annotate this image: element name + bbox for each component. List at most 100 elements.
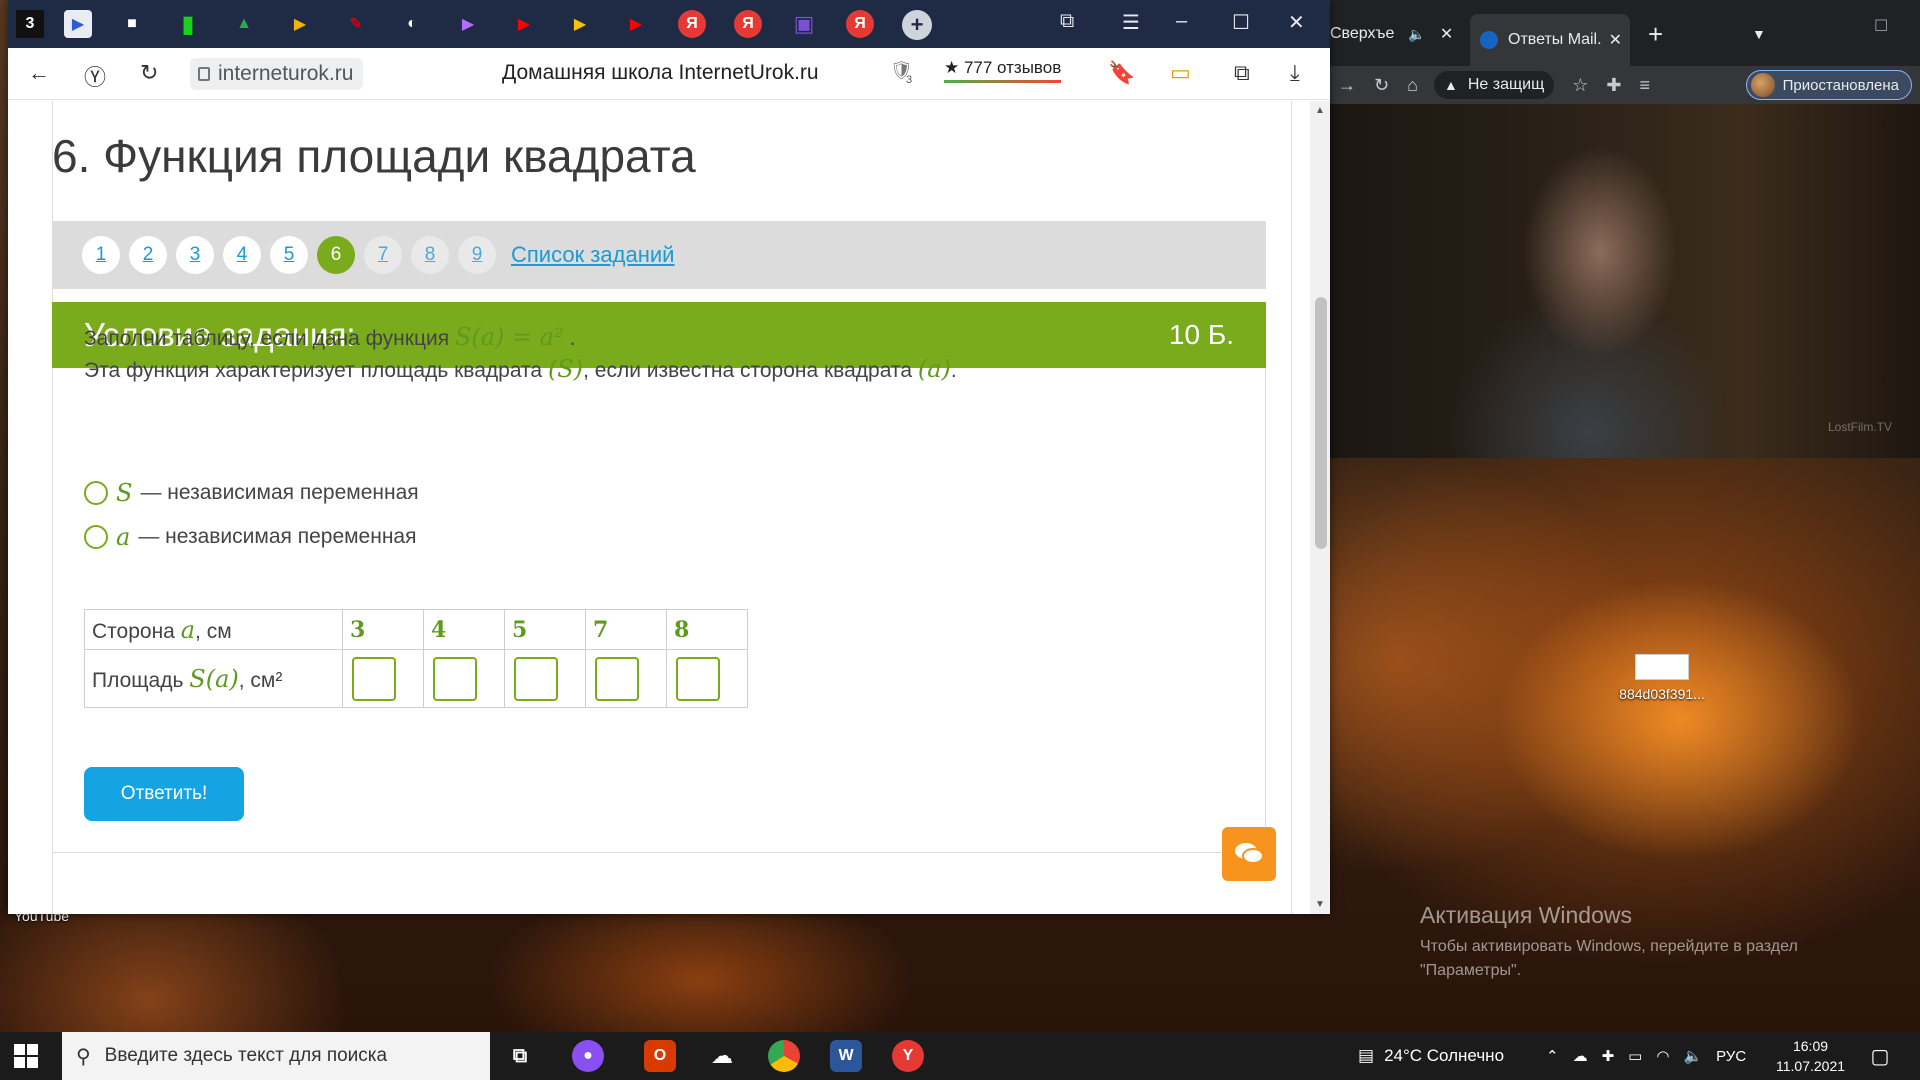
tab-icon-yandex[interactable]: Я xyxy=(846,10,874,38)
pager-item-4[interactable]: 4 xyxy=(223,236,261,274)
side-value: 7 xyxy=(585,609,667,650)
gift-icon[interactable]: ✚ xyxy=(1602,1047,1615,1065)
tab-icon-yandex[interactable]: Я xyxy=(678,10,706,38)
avatar xyxy=(1750,73,1775,97)
reload-icon[interactable]: ↻ xyxy=(1374,75,1389,96)
notifications-icon[interactable]: ▢ xyxy=(1864,1040,1896,1072)
office-icon[interactable]: O xyxy=(644,1040,676,1072)
download-icon[interactable]: ⤓ xyxy=(1290,60,1300,86)
clock-date: 11.07.2021 xyxy=(1776,1058,1846,1074)
wifi-icon[interactable]: ◠ xyxy=(1656,1047,1669,1065)
maximize-icon[interactable]: ☐ xyxy=(1232,10,1250,35)
forward-icon[interactable]: → xyxy=(1338,75,1356,96)
close-icon[interactable]: ✕ xyxy=(1609,30,1622,50)
radio-option-s[interactable]: S — независимая переменная xyxy=(84,479,419,507)
weather-widget[interactable]: ▤ 24°C Солнечно xyxy=(1358,1032,1504,1080)
home-icon[interactable]: ⌂ xyxy=(1407,75,1418,96)
pager-item-2[interactable]: 2 xyxy=(129,236,167,274)
scroll-thumb[interactable] xyxy=(1315,297,1327,549)
area-answer-input-5[interactable] xyxy=(676,656,720,701)
task-points: 10 Б. xyxy=(1168,319,1234,350)
tab-icon-circle[interactable]: ▶ xyxy=(454,10,482,38)
new-tab-button[interactable]: + xyxy=(1648,14,1663,54)
windows-start-icon[interactable] xyxy=(14,1044,38,1068)
pager-item-3[interactable]: 3 xyxy=(176,236,214,274)
desktop-icon-file[interactable]: 884d03f391... xyxy=(1616,654,1708,702)
tab-icon-pen[interactable]: ◐ xyxy=(398,10,426,38)
scroll-down-icon[interactable]: ▼ xyxy=(1315,899,1325,910)
pager-item-6-active[interactable]: 6 xyxy=(317,236,355,274)
tab-icon-youtube[interactable]: ✎ xyxy=(342,10,370,38)
tab-manager-icon[interactable]: ⧉ xyxy=(1060,10,1074,33)
address-bar[interactable]: interneturok.ru xyxy=(190,58,364,90)
area-answer-input-2[interactable] xyxy=(433,656,477,701)
close-window-icon[interactable]: ✕ xyxy=(1288,10,1305,35)
tab-icon-3[interactable]: 3 xyxy=(16,10,44,38)
submit-answer-button[interactable]: Ответить! xyxy=(84,767,244,821)
back-icon[interactable]: ← xyxy=(28,60,50,86)
area-answer-input-1[interactable] xyxy=(352,656,396,701)
right-tab-2[interactable]: Ответы Mail. ✕ xyxy=(1470,14,1630,66)
tab-icon-purple-square[interactable]: ▣ xyxy=(790,10,818,38)
yandex-browser-icon[interactable]: Y xyxy=(892,1040,924,1072)
minimize-icon[interactable]: – xyxy=(1176,10,1187,33)
tab-icon-yandex[interactable]: Я xyxy=(734,10,762,38)
system-tray: ⌃ ☁ ✚ ▭ ◠ 🔈 РУС xyxy=(1546,1032,1746,1080)
pager-item-8[interactable]: 8 xyxy=(411,236,449,274)
battery-icon[interactable]: ▭ xyxy=(1628,1047,1642,1065)
alice-icon[interactable]: ● xyxy=(572,1040,604,1072)
tab-icon-book[interactable]: ▲ xyxy=(230,10,258,38)
reading-list-icon[interactable]: ≡ xyxy=(1639,75,1650,96)
pager-item-7[interactable]: 7 xyxy=(364,236,402,274)
area-answer-input-3[interactable] xyxy=(514,656,558,701)
menu-icon[interactable]: ☰ xyxy=(1122,10,1140,35)
tab-icon-youtube[interactable]: ▶ xyxy=(622,10,650,38)
extensions-icon[interactable]: ✚ xyxy=(1606,75,1621,96)
right-tab-1[interactable]: Сверхъе 🔈 ✕ xyxy=(1330,14,1453,54)
language-indicator[interactable]: РУС xyxy=(1716,1048,1746,1065)
chrome-icon[interactable] xyxy=(768,1040,800,1072)
volume-icon[interactable]: 🔈 xyxy=(1683,1047,1702,1065)
scroll-up-icon[interactable]: ▲ xyxy=(1315,105,1325,116)
chat-button[interactable] xyxy=(1222,827,1276,881)
tab-icon-youtube[interactable]: ▶ xyxy=(510,10,538,38)
cloud-icon[interactable]: ☁ xyxy=(1573,1047,1588,1065)
tab-search-icon[interactable]: ▼ xyxy=(1752,14,1766,54)
pager-item-5[interactable]: 5 xyxy=(270,236,308,274)
row-label-side: Сторона a, см xyxy=(84,609,343,650)
radio-circle[interactable] xyxy=(84,525,108,549)
pager-item-9[interactable]: 9 xyxy=(458,236,496,274)
word-icon[interactable]: W xyxy=(830,1040,862,1072)
tab-icon-picture[interactable]: ▶ xyxy=(286,10,314,38)
tab-icon-bookmark[interactable]: ■ xyxy=(118,10,146,38)
battery-icon[interactable]: ▭ xyxy=(1170,60,1191,86)
chevron-up-icon[interactable]: ⌃ xyxy=(1546,1047,1559,1065)
close-icon[interactable]: ✕ xyxy=(1440,24,1453,44)
reviews-badge[interactable]: ★ 777 отзывов xyxy=(944,58,1062,83)
star-icon[interactable]: ☆ xyxy=(1572,75,1588,96)
task-line-1: Заполни таблицу, если дана функция S(a) … xyxy=(84,323,576,351)
right-address-bar[interactable]: ▲ Не защищ xyxy=(1433,71,1555,99)
onedrive-icon[interactable]: ☁ xyxy=(706,1040,738,1072)
new-tab-button[interactable]: + xyxy=(902,10,932,40)
task-view-icon[interactable]: ⧉ xyxy=(504,1040,536,1072)
page-scrollbar[interactable]: ▲ ▼ xyxy=(1310,101,1330,914)
task-list-link[interactable]: Список заданий xyxy=(511,242,674,268)
radio-option-a[interactable]: a — независимая переменная xyxy=(84,523,416,551)
tab-icon-play-yellow[interactable]: ▶ xyxy=(566,10,594,38)
maximize-icon[interactable]: ☐ xyxy=(1874,6,1888,46)
reload-icon[interactable]: ↻ xyxy=(140,60,158,86)
tab-icon-play-active[interactable]: ▶ xyxy=(64,10,92,38)
area-answer-input-4[interactable] xyxy=(595,656,639,701)
pager-item-1[interactable]: 1 xyxy=(82,236,120,274)
collections-icon[interactable]: ⧉ xyxy=(1234,60,1250,86)
weather-text: 24°C Солнечно xyxy=(1384,1046,1505,1065)
tab-icon-green-square[interactable]: ▮ xyxy=(174,10,202,38)
profile-button[interactable]: Приостановлена xyxy=(1745,70,1912,100)
radio-circle[interactable] xyxy=(84,481,108,505)
bookmark-icon[interactable]: 🔖 xyxy=(1108,60,1135,86)
clock[interactable]: 16:09 11.07.2021 xyxy=(1776,1036,1845,1076)
yandex-icon[interactable]: Ⓨ xyxy=(84,60,106,92)
video-player[interactable]: LostFilm.TV xyxy=(1330,102,1920,458)
taskbar-search[interactable]: ⚲ Введите здесь текст для поиска xyxy=(62,1032,490,1080)
